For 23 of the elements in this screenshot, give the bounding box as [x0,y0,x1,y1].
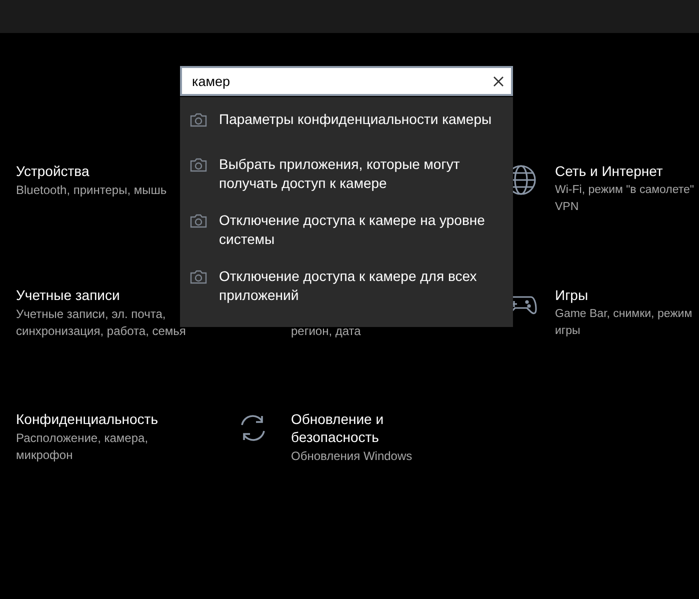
tile-description: Расположение, камера, микрофон [16,430,150,464]
camera-icon [190,113,207,127]
camera-icon [190,158,207,172]
tile-title[interactable]: Конфиденциальность [16,410,158,428]
search-field[interactable]: камер [180,66,513,96]
close-icon[interactable] [493,76,504,87]
tile-description: Wi-Fi, режим "в самолете" VPN [555,183,696,215]
tile-title[interactable]: Обновление и безопасность [291,410,416,446]
tile-description: Bluetooth, принтеры, мышь [16,182,167,199]
tile-description: Обновления Windows [291,448,412,465]
tile-description: регион, дата [291,323,361,340]
tile-title[interactable]: Сеть и Интернет [555,162,663,180]
camera-icon [190,270,207,284]
tile-title[interactable]: Устройства [16,162,90,180]
tile-title[interactable]: Учетные записи [16,286,120,304]
tile-title[interactable]: Игры [555,286,588,304]
suggestion-item[interactable]: Выбрать приложения, которые могут получать доступ к камере [219,155,505,193]
tile-description: Учетные записи, эл. почта, синхронизация, работа, семья [16,306,187,340]
suggestion-item[interactable]: Отключение доступа к камере на уровне системы [219,211,505,249]
tile-description: Game Bar, снимки, режим игры [555,307,694,339]
suggestion-item[interactable]: Параметры конфиденциальности камеры [219,110,492,129]
camera-icon [190,214,207,228]
suggestion-item[interactable]: Отключение доступа к камере для всех приложений [219,267,505,305]
